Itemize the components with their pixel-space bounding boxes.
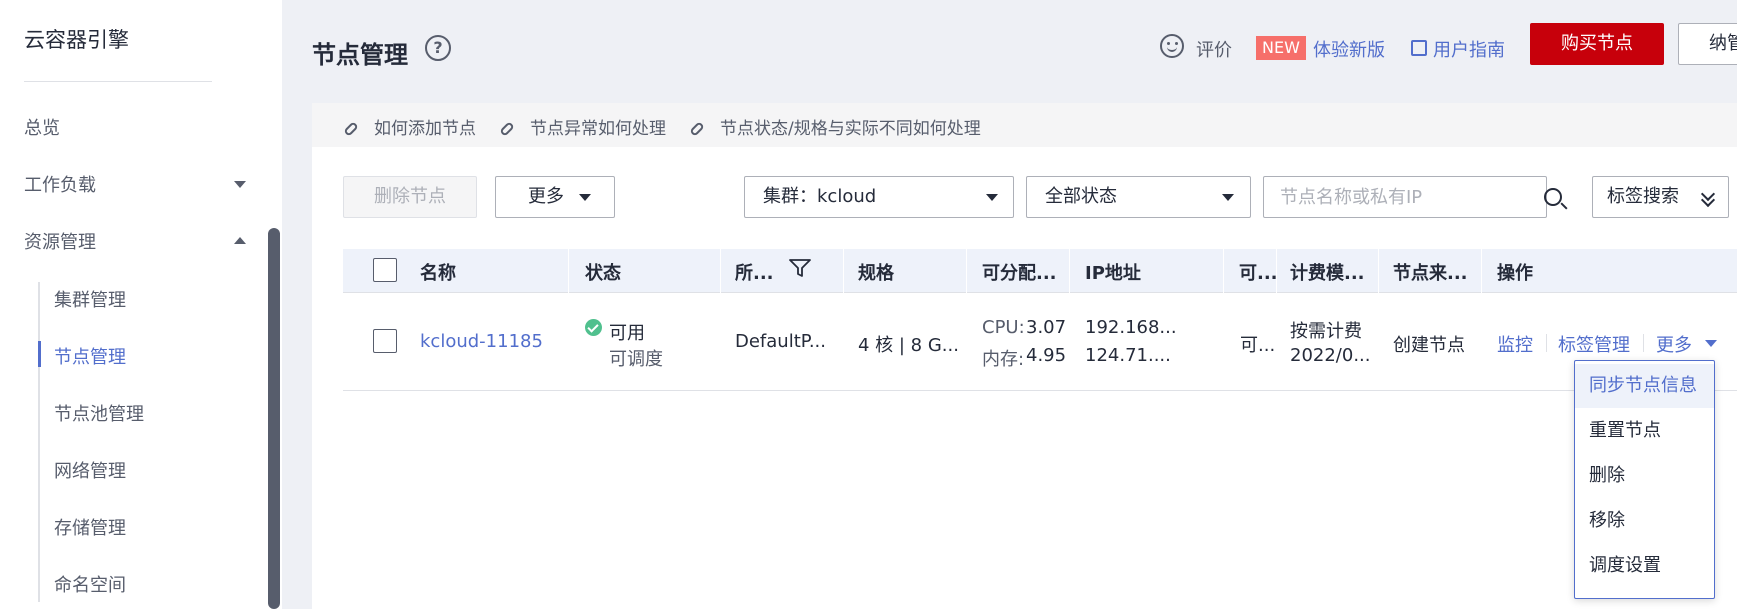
column-divider (568, 249, 569, 293)
more-button[interactable]: 更多 (495, 176, 615, 218)
sidebar-item-workloads[interactable]: 工作负载 (24, 171, 96, 197)
mem-label: 内存: (982, 349, 1025, 370)
sidebar-item-resources[interactable]: 资源管理 (24, 228, 96, 254)
sidebar-title: 云容器引擎 (24, 28, 129, 52)
node-pool: DefaultP... (735, 331, 826, 352)
menu-item-delete[interactable]: 删除 (1575, 454, 1714, 498)
user-guide-link[interactable]: 用户指南 (1433, 36, 1505, 62)
table-header: 名称 状态 所... 规格 可分配... IP地址 可... 计费模... 节点… (343, 249, 1737, 293)
menu-item-reset-node[interactable]: 重置节点 (1575, 409, 1714, 453)
more-actions-menu: 同步节点信息 重置节点 删除 移除 调度设置 (1574, 360, 1715, 599)
zone: 可... (1240, 335, 1276, 356)
col-billing[interactable]: 计费模... (1290, 259, 1365, 285)
sidebar-item-network[interactable]: 网络管理 (54, 457, 126, 483)
link-icon (343, 121, 359, 137)
status-subtext: 可调度 (609, 349, 663, 370)
col-zone[interactable]: 可... (1239, 259, 1278, 285)
tip-add-node[interactable]: 如何添加节点 (343, 114, 476, 139)
row-more-link[interactable]: 更多 (1656, 331, 1692, 357)
link-icon (499, 121, 515, 137)
smile-icon[interactable] (1160, 34, 1184, 58)
column-divider (1223, 249, 1224, 293)
node-name-link[interactable]: kcloud-11185 (420, 331, 543, 352)
col-name[interactable]: 名称 (420, 259, 456, 285)
sidebar-scrollbar[interactable] (268, 228, 280, 609)
filter-icon[interactable] (789, 259, 811, 277)
new-badge: NEW (1256, 36, 1306, 60)
submenu-active-indicator (38, 341, 41, 367)
sidebar-item-node-pools[interactable]: 节点池管理 (54, 400, 144, 426)
status-text: 可用 (609, 323, 645, 344)
status-select[interactable]: 全部状态 (1026, 176, 1251, 218)
public-ip: 124.71.... (1085, 345, 1171, 366)
sidebar: 云容器引擎 总览 工作负载 资源管理 集群管理 节点管理 节点池管理 网络管理 … (0, 0, 282, 609)
chevron-down-icon[interactable] (234, 181, 246, 188)
menu-item-sync-node[interactable]: 同步节点信息 (1575, 364, 1714, 408)
delete-node-button[interactable]: 删除节点 (343, 176, 477, 218)
status-ok-icon (585, 319, 602, 336)
col-source[interactable]: 节点来... (1393, 259, 1468, 285)
sidebar-item-nodes[interactable]: 节点管理 (54, 343, 126, 369)
action-divider (1546, 334, 1547, 352)
col-status[interactable]: 状态 (585, 259, 621, 285)
tips-bar: 如何添加节点 节点异常如何处理 节点状态/规格与实际不同如何处理 (312, 103, 1737, 147)
tag-manage-link[interactable]: 标签管理 (1558, 331, 1630, 357)
private-ip: 192.168... (1085, 317, 1177, 338)
submenu-line (38, 282, 40, 602)
new-version-link[interactable]: 体验新版 (1313, 36, 1385, 62)
search-input[interactable] (1263, 176, 1547, 218)
col-allocatable[interactable]: 可分配... (982, 259, 1057, 285)
cpu-label: CPU: (982, 317, 1025, 338)
col-actions: 操作 (1497, 263, 1533, 284)
action-divider (1643, 334, 1644, 352)
row-checkbox[interactable] (373, 329, 397, 353)
chevron-up-icon[interactable] (234, 237, 246, 244)
mem-value: 4.95 G (1026, 345, 1069, 366)
chevron-down-icon (1222, 194, 1234, 201)
node-spec: 4 核 | 8 G... (858, 335, 959, 356)
column-divider (1378, 249, 1379, 293)
sidebar-item-overview[interactable]: 总览 (24, 114, 60, 140)
chevron-down-icon (1705, 340, 1717, 347)
cluster-select[interactable]: 集群：kcloud (744, 176, 1014, 218)
col-spec[interactable]: 规格 (858, 259, 894, 285)
menu-item-scheduling[interactable]: 调度设置 (1575, 544, 1714, 588)
sidebar-item-namespaces[interactable]: 命名空间 (54, 571, 126, 597)
column-divider (1276, 249, 1277, 293)
col-pool[interactable]: 所... (735, 259, 774, 285)
page-title: 节点管理 (312, 41, 408, 69)
guide-icon (1411, 40, 1427, 56)
tip-node-mismatch[interactable]: 节点状态/规格与实际不同如何处理 (689, 114, 981, 139)
select-all-checkbox[interactable] (373, 258, 397, 282)
col-ip[interactable]: IP地址 (1085, 259, 1141, 285)
column-divider (1069, 249, 1070, 293)
chevron-down-icon (986, 194, 998, 201)
link-icon (689, 121, 705, 137)
column-divider (843, 249, 844, 293)
column-divider (720, 249, 721, 293)
billing-mode: 按需计费 (1290, 321, 1362, 342)
chevron-down-icon (579, 194, 591, 201)
manage-node-button[interactable]: 纳管 (1678, 23, 1737, 65)
sidebar-item-clusters[interactable]: 集群管理 (54, 286, 126, 312)
column-divider (966, 249, 967, 293)
sidebar-divider (24, 81, 212, 82)
rate-link[interactable]: 评价 (1196, 36, 1232, 62)
monitor-link[interactable]: 监控 (1497, 331, 1533, 357)
search-icon[interactable] (1544, 188, 1562, 206)
tip-node-exception[interactable]: 节点异常如何处理 (499, 114, 666, 139)
cpu-value: 3.07 C (1026, 317, 1069, 338)
menu-item-remove[interactable]: 移除 (1575, 499, 1714, 543)
node-source: 创建节点 (1393, 335, 1465, 356)
billing-date: 2022/0... (1290, 345, 1371, 366)
column-divider (1481, 249, 1482, 293)
buy-node-button[interactable]: 购买节点 (1530, 23, 1664, 65)
help-icon[interactable]: ? (425, 35, 451, 61)
sidebar-item-storage[interactable]: 存储管理 (54, 514, 126, 540)
